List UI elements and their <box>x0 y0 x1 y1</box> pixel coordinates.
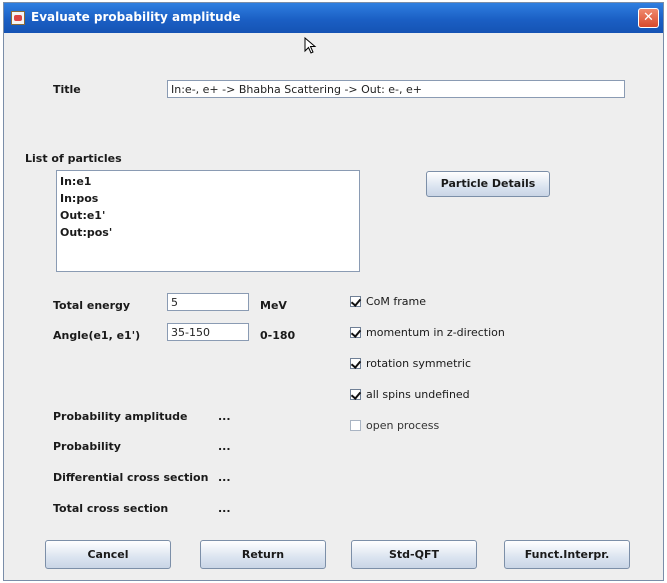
list-item[interactable]: Out:e1' <box>60 207 356 224</box>
result-value: ... <box>218 410 231 423</box>
open-process-checkbox[interactable]: open process <box>350 419 439 432</box>
result-label: Differential cross section <box>53 471 209 484</box>
title-field[interactable]: In:e-, e+ -> Bhabha Scattering -> Out: e… <box>167 80 625 98</box>
checkbox-unchecked-icon <box>350 420 361 431</box>
angle-field[interactable]: 35-150 <box>167 323 249 341</box>
particle-details-button[interactable]: Particle Details <box>426 171 550 197</box>
return-button[interactable]: Return <box>200 540 326 569</box>
checkbox-label: open process <box>366 419 440 432</box>
com-frame-checkbox[interactable]: CoM frame <box>350 295 426 308</box>
list-item[interactable]: Out:pos' <box>60 224 356 241</box>
energy-field[interactable]: 5 <box>167 293 249 311</box>
momentum-z-checkbox[interactable]: momentum in z-direction <box>350 326 505 339</box>
result-label: Total cross section <box>53 502 169 515</box>
result-value: ... <box>218 440 231 453</box>
checkbox-checked-icon <box>350 358 361 369</box>
result-value: ... <box>218 502 231 515</box>
checkbox-checked-icon <box>350 296 361 307</box>
result-label: Probability amplitude <box>53 410 188 423</box>
java-app-icon <box>11 11 25 25</box>
checkbox-label: momentum in z-direction <box>366 326 505 339</box>
checkbox-label: all spins undefined <box>366 388 470 401</box>
energy-unit: MeV <box>260 299 287 312</box>
cancel-button[interactable]: Cancel <box>45 540 171 569</box>
list-item[interactable]: In:pos <box>60 190 356 207</box>
checkbox-label: CoM frame <box>366 295 427 308</box>
window-title: Evaluate probability amplitude <box>31 10 241 24</box>
particle-list[interactable]: In:e1 In:pos Out:e1' Out:pos' <box>56 170 360 272</box>
title-label: Title <box>53 83 81 96</box>
title-bar[interactable]: Evaluate probability amplitude ✕ <box>4 3 663 33</box>
angle-label: Angle(e1, e1') <box>53 329 141 342</box>
funct-interpr-button[interactable]: Funct.Interpr. <box>504 540 630 569</box>
mouse-pointer-icon <box>304 37 317 54</box>
spins-undefined-checkbox[interactable]: all spins undefined <box>350 388 470 401</box>
result-label: Probability <box>53 440 121 453</box>
angle-range: 0-180 <box>260 329 296 342</box>
dialog-window: Evaluate probability amplitude ✕ Title I… <box>3 2 664 581</box>
list-item[interactable]: In:e1 <box>60 173 356 190</box>
checkbox-label: rotation symmetric <box>366 357 472 370</box>
close-button[interactable]: ✕ <box>638 8 659 28</box>
result-value: ... <box>218 471 231 484</box>
checkbox-checked-icon <box>350 389 361 400</box>
particles-label: List of particles <box>25 152 122 165</box>
checkbox-checked-icon <box>350 327 361 338</box>
std-qft-button[interactable]: Std-QFT <box>351 540 477 569</box>
energy-label: Total energy <box>53 299 131 312</box>
rotation-symmetric-checkbox[interactable]: rotation symmetric <box>350 357 471 370</box>
